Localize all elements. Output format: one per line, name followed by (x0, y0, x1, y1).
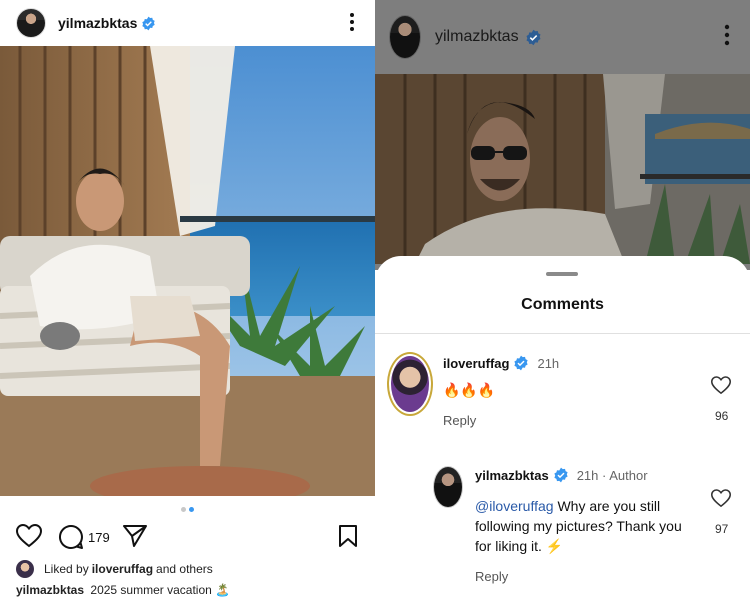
verified-badge-icon (142, 16, 156, 30)
comment-author: iloveruffag 21h (443, 355, 559, 371)
reply-button[interactable]: Reply (475, 569, 508, 584)
post-header: yilmazbktas (0, 0, 375, 46)
sheet-title: Comments (521, 296, 604, 313)
comment-text: 🔥🔥🔥 (443, 382, 496, 398)
post-photo[interactable] (0, 46, 375, 496)
more-options-icon[interactable] (349, 12, 355, 32)
vacation-photo (0, 46, 375, 496)
comment-username[interactable]: iloveruffag (443, 356, 509, 371)
post-username[interactable]: yilmazbktas (435, 28, 519, 46)
reply-button[interactable]: Reply (443, 413, 476, 428)
liked-by-suffix[interactable]: and others (156, 562, 213, 576)
comment-username[interactable]: yilmazbktas (475, 468, 549, 483)
post-username[interactable]: yilmazbktas (58, 15, 137, 31)
caption-text: 2025 summer vacation 🏝️ (90, 583, 231, 597)
verified-badge-icon (514, 355, 529, 371)
carousel-dot (181, 507, 186, 512)
divider (375, 333, 750, 334)
comments-sheet: Comments iloveruffag 21h 🔥🔥🔥 Reply 96 yi… (375, 256, 750, 600)
avatar[interactable] (387, 352, 433, 416)
liked-by-prefix: Liked by (44, 562, 89, 576)
post-photo (375, 74, 750, 264)
comment-like-count: 96 (715, 409, 729, 423)
share-send-icon[interactable] (122, 524, 148, 548)
comment-like-heart-icon[interactable] (711, 489, 731, 508)
comment-time: 21h · Author (576, 467, 648, 483)
avatar[interactable] (16, 8, 46, 38)
carousel-indicator (181, 507, 194, 512)
verified-badge-icon (526, 29, 541, 45)
caption-username[interactable]: yilmazbktas (16, 583, 84, 597)
comment-author: yilmazbktas 21h · Author (475, 467, 648, 483)
like-heart-icon[interactable] (16, 524, 42, 548)
avatar-image (391, 356, 429, 412)
post-header: yilmazbktas (375, 0, 750, 74)
comment-mention[interactable]: @iloveruffag (475, 498, 554, 514)
more-options-icon[interactable] (724, 24, 730, 46)
comment-count: 179 (88, 530, 110, 545)
right-post-panel: yilmazbktas Comments iloveruffag 21h 🔥🔥🔥… (375, 0, 750, 600)
liked-by-row: Liked by iloveruffag and others (16, 560, 213, 578)
save-bookmark-icon[interactable] (338, 524, 358, 548)
comment-like-heart-icon[interactable] (711, 376, 731, 395)
post-actions: 179 (16, 524, 361, 550)
avatar[interactable] (16, 560, 34, 578)
post-caption: yilmazbktas 2025 summer vacation 🏝️ (16, 583, 230, 597)
drag-handle[interactable] (546, 272, 578, 276)
portrait-photo (375, 74, 750, 264)
comment-time: 21h (537, 355, 560, 371)
liked-by-user[interactable]: iloveruffag (92, 562, 153, 576)
comment-text: @iloveruffag Why are you still following… (475, 496, 685, 556)
comment-icon[interactable] (58, 524, 84, 550)
avatar[interactable] (433, 466, 463, 508)
left-post-panel: yilmazbktas 179 Liked by iloveruffag and… (0, 0, 375, 600)
carousel-dot-active (189, 507, 194, 512)
verified-badge-icon (554, 467, 568, 483)
comment-like-count: 97 (715, 522, 729, 536)
avatar[interactable] (389, 15, 421, 59)
